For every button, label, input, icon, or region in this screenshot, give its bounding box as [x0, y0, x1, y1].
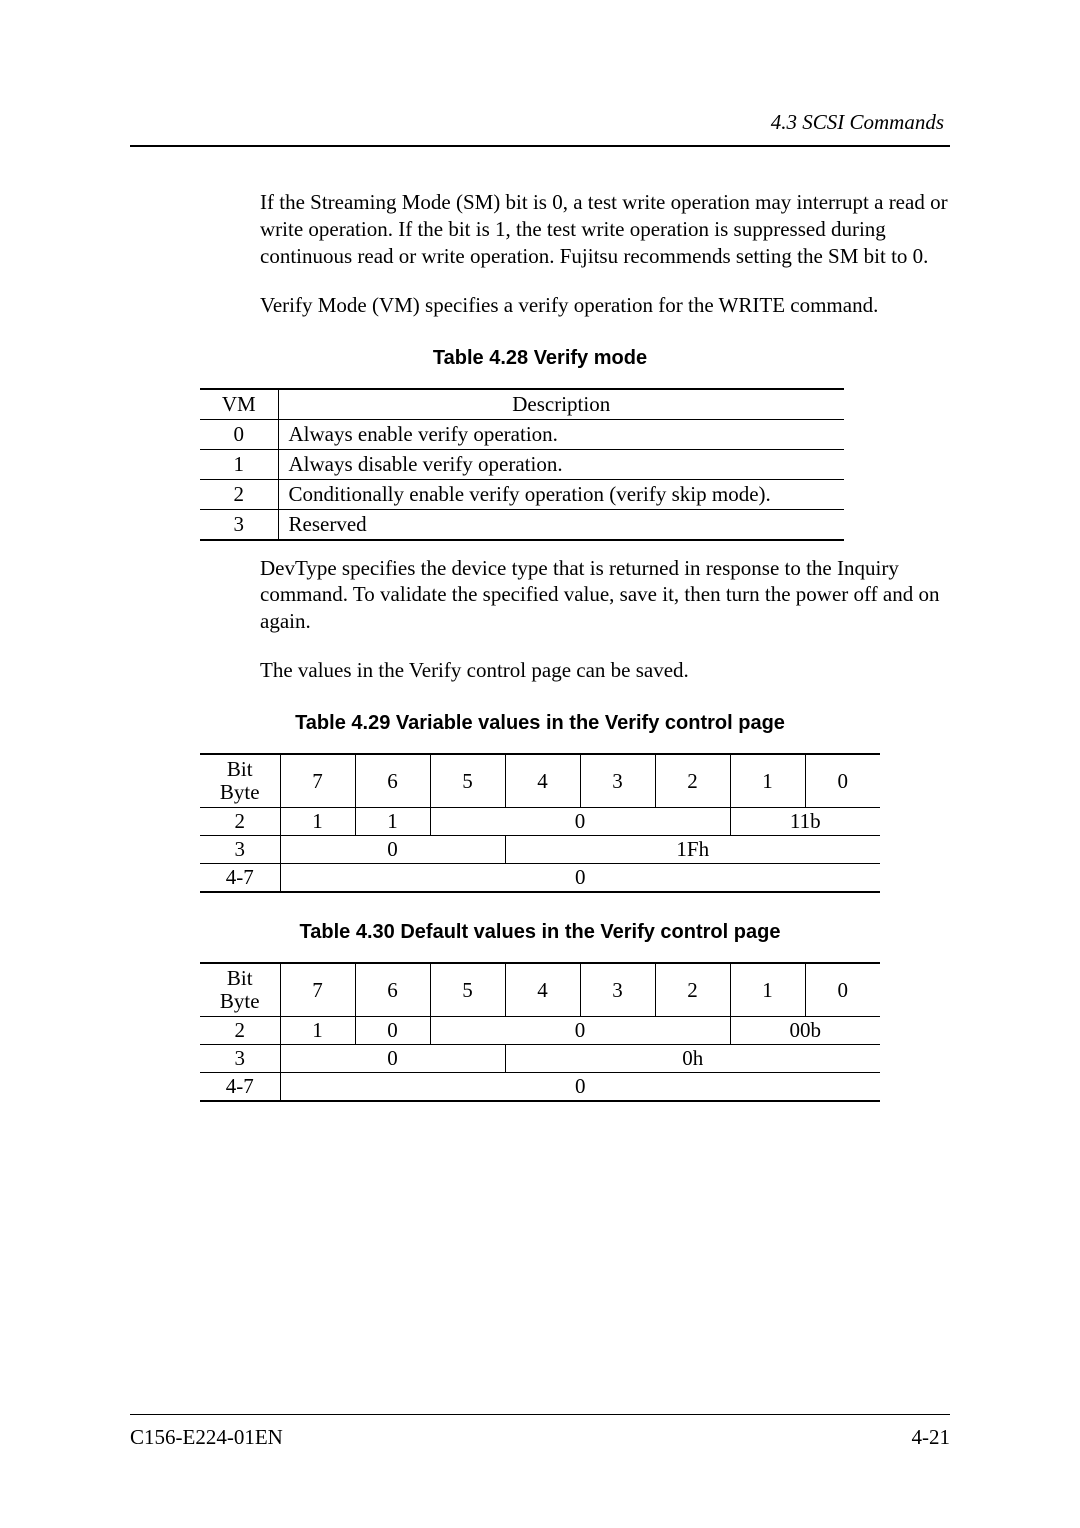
table-4-29-caption: Table 4.29 Variable values in the Verify…: [130, 712, 950, 735]
cell-bits-all: 0: [280, 864, 880, 893]
bit-header: 1: [730, 963, 805, 1017]
cell-desc: Conditionally enable verify operation (v…: [278, 479, 844, 509]
cell-vm: 2: [200, 479, 278, 509]
bit-byte-label: Bit Byte: [200, 963, 280, 1017]
cell-bit7: 1: [280, 808, 355, 836]
table-row: VM Description: [200, 389, 844, 420]
label-byte: Byte: [220, 989, 260, 1013]
cell-bit6: 0: [355, 1017, 430, 1045]
cell-bits1-0: 00b: [730, 1017, 880, 1045]
cell-vm: 3: [200, 509, 278, 540]
cell-bits-all: 0: [280, 1073, 880, 1102]
cell-bits5-2: 0: [430, 1017, 730, 1045]
table-4-30: Bit Byte 7 6 5 4 3 2 1 0 2 1 0 0 00b 3 0…: [200, 962, 880, 1102]
byte-label: 3: [200, 1045, 280, 1073]
bit-header: 0: [805, 963, 880, 1017]
label-bit: Bit: [227, 966, 253, 990]
table-row: 4-7 0: [200, 1073, 880, 1102]
bit-header: 6: [355, 963, 430, 1017]
cell-bit6: 1: [355, 808, 430, 836]
byte-label: 4-7: [200, 864, 280, 893]
bit-header: 5: [430, 754, 505, 808]
table-row: 2 1 1 0 11b: [200, 808, 880, 836]
bit-header: 3: [580, 754, 655, 808]
byte-label: 2: [200, 808, 280, 836]
paragraph-saveable: The values in the Verify control page ca…: [260, 657, 950, 684]
cell-desc: Always enable verify operation.: [278, 419, 844, 449]
byte-label: 3: [200, 836, 280, 864]
bit-header: 7: [280, 754, 355, 808]
cell-bits1-0: 11b: [730, 808, 880, 836]
bit-byte-label: Bit Byte: [200, 754, 280, 808]
page-footer: C156-E224-01EN 4-21: [130, 1414, 950, 1450]
bit-header: 4: [505, 754, 580, 808]
footer-rule: [130, 1414, 950, 1415]
bit-header: 7: [280, 963, 355, 1017]
footer-page-number: 4-21: [912, 1425, 951, 1450]
col-header-desc: Description: [278, 389, 844, 420]
cell-vm: 1: [200, 449, 278, 479]
table-row: 3 Reserved: [200, 509, 844, 540]
cell-desc: Always disable verify operation.: [278, 449, 844, 479]
bit-header: 5: [430, 963, 505, 1017]
cell-bits5-2: 0: [430, 808, 730, 836]
bit-header: 6: [355, 754, 430, 808]
bit-header: 3: [580, 963, 655, 1017]
table-row: 2 Conditionally enable verify operation …: [200, 479, 844, 509]
label-byte: Byte: [220, 780, 260, 804]
bit-header: 4: [505, 963, 580, 1017]
table-row: Bit Byte 7 6 5 4 3 2 1 0: [200, 963, 880, 1017]
cell-bits4-0: 1Fh: [505, 836, 880, 864]
cell-bits4-0: 0h: [505, 1045, 880, 1073]
table-row: 3 0 0h: [200, 1045, 880, 1073]
byte-label: 2: [200, 1017, 280, 1045]
bit-header: 2: [655, 963, 730, 1017]
paragraph-devtype: DevType specifies the device type that i…: [260, 555, 950, 636]
cell-bit7: 1: [280, 1017, 355, 1045]
section-header: 4.3 SCSI Commands: [130, 110, 950, 135]
paragraph-vm-intro: Verify Mode (VM) specifies a verify oper…: [260, 292, 950, 319]
cell-bits7-5: 0: [280, 836, 505, 864]
table-row: 4-7 0: [200, 864, 880, 893]
byte-label: 4-7: [200, 1073, 280, 1102]
bit-header: 1: [730, 754, 805, 808]
cell-desc: Reserved: [278, 509, 844, 540]
table-row: 1 Always disable verify operation.: [200, 449, 844, 479]
table-row: 0 Always enable verify operation.: [200, 419, 844, 449]
table-4-28-caption: Table 4.28 Verify mode: [130, 347, 950, 370]
bit-header: 0: [805, 754, 880, 808]
cell-bits7-5: 0: [280, 1045, 505, 1073]
bit-header: 2: [655, 754, 730, 808]
header-rule: [130, 145, 950, 147]
table-4-28: VM Description 0 Always enable verify op…: [200, 388, 844, 541]
paragraph-sm-bit: If the Streaming Mode (SM) bit is 0, a t…: [260, 189, 950, 270]
footer-doc-id: C156-E224-01EN: [130, 1425, 283, 1450]
table-4-29: Bit Byte 7 6 5 4 3 2 1 0 2 1 1 0 11b 3 0…: [200, 753, 880, 893]
table-4-30-caption: Table 4.30 Default values in the Verify …: [130, 921, 950, 944]
table-row: 2 1 0 0 00b: [200, 1017, 880, 1045]
cell-vm: 0: [200, 419, 278, 449]
table-row: Bit Byte 7 6 5 4 3 2 1 0: [200, 754, 880, 808]
table-row: 3 0 1Fh: [200, 836, 880, 864]
label-bit: Bit: [227, 757, 253, 781]
col-header-vm: VM: [200, 389, 278, 420]
